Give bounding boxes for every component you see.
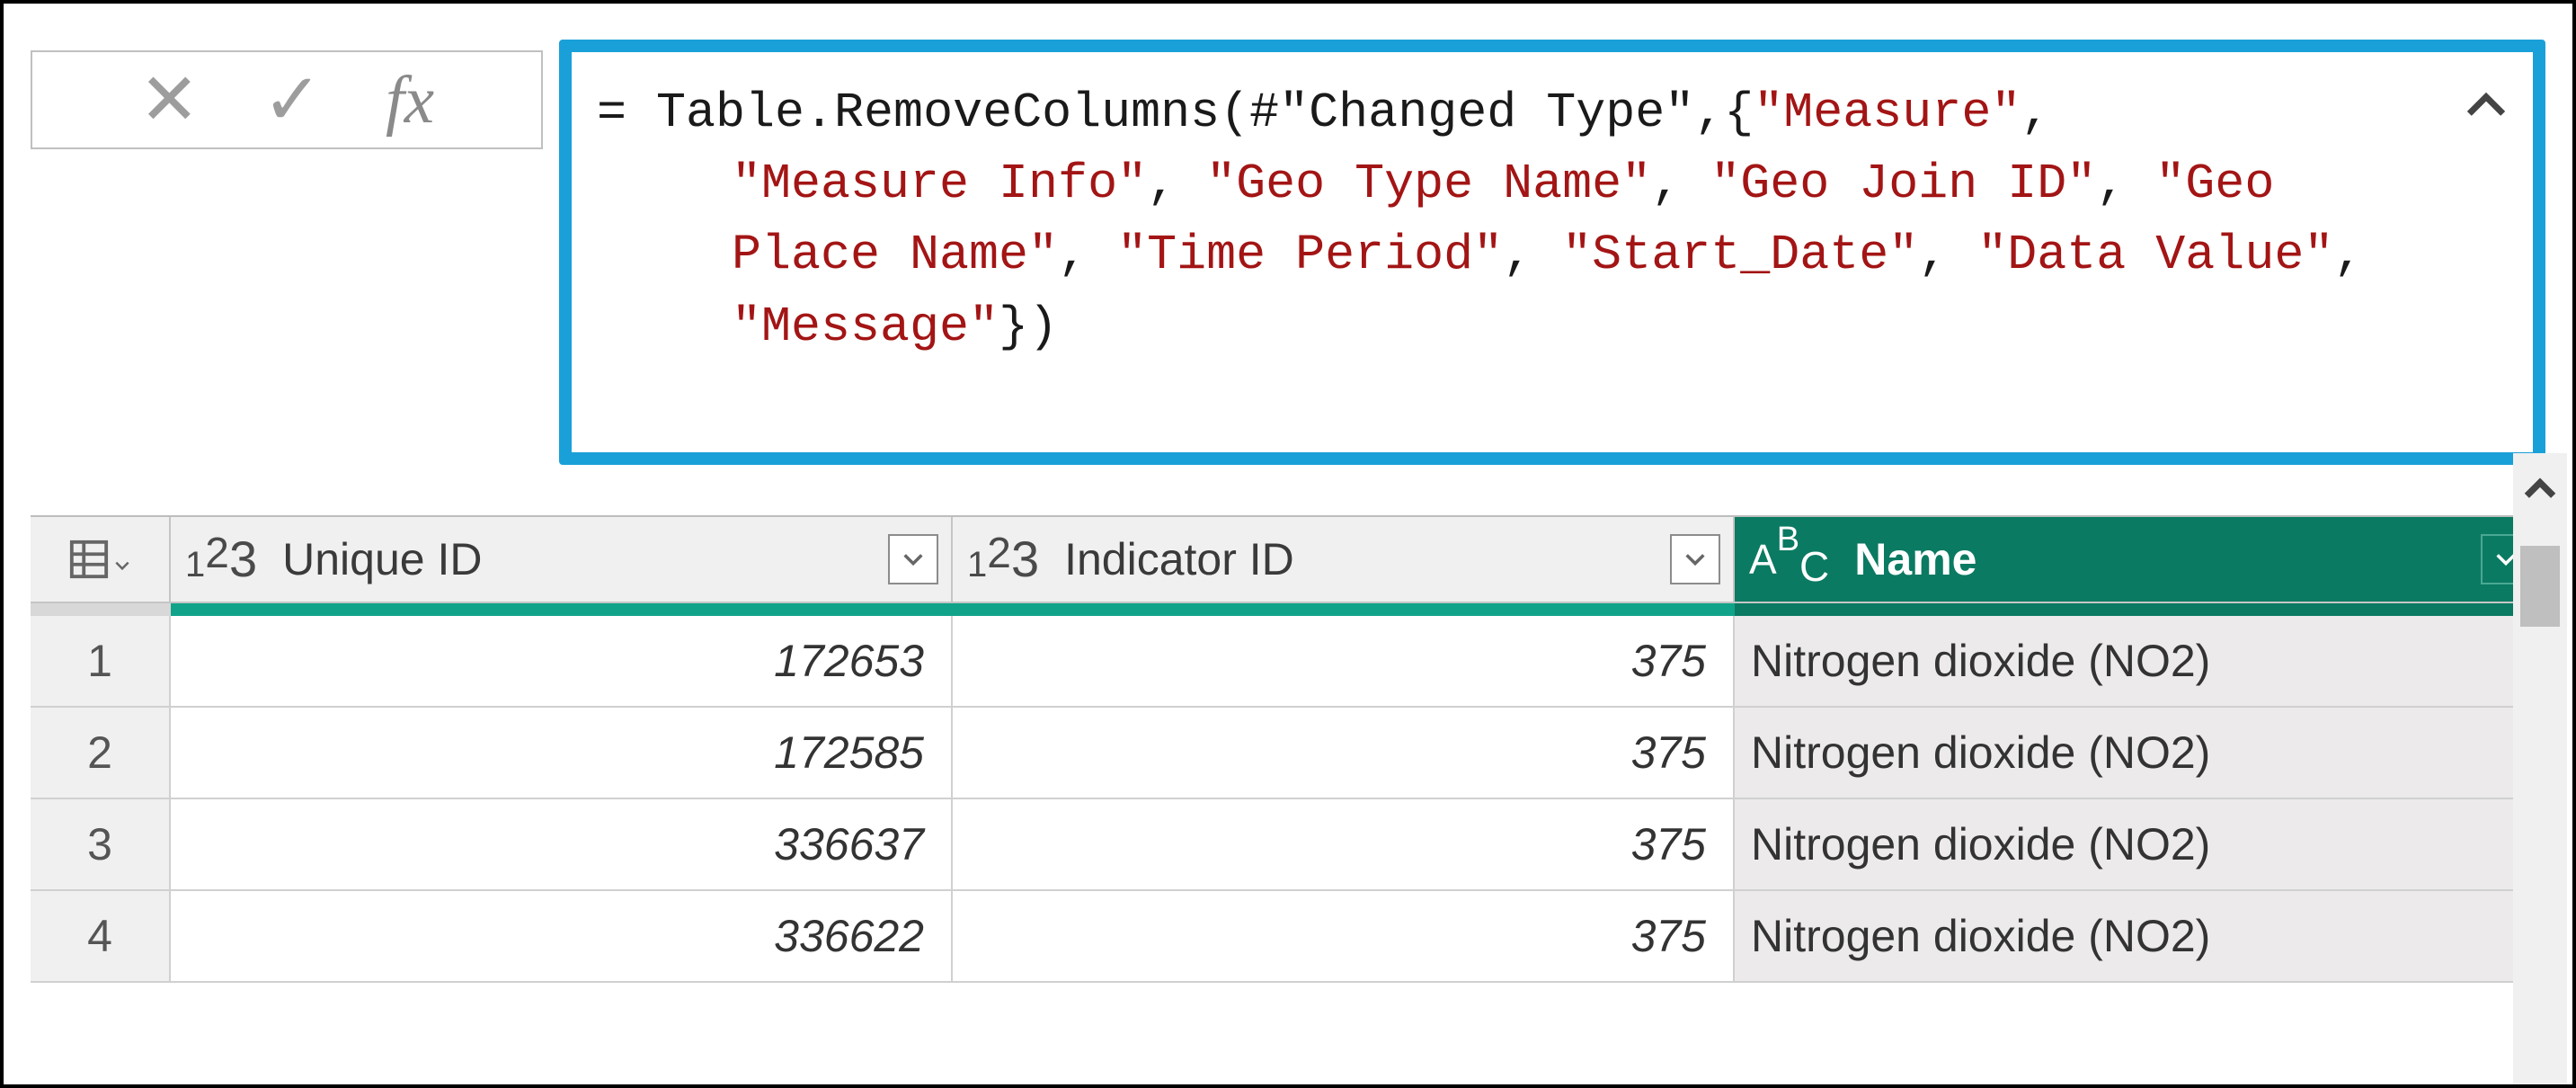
formula-token: }) [999, 299, 1058, 355]
table-row[interactable]: 1 172653 375 Nitrogen dioxide (NO2) [31, 616, 2545, 708]
cell-indicator-id[interactable]: 375 [953, 799, 1735, 891]
cell-indicator-id[interactable]: 375 [953, 891, 1735, 983]
row-number[interactable]: 1 [31, 616, 171, 708]
formula-token: "Measure Info" [732, 156, 1147, 212]
scrollbar-thumb[interactable] [2520, 546, 2560, 627]
cell-unique-id[interactable]: 336622 [171, 891, 953, 983]
formula-token: , [1058, 227, 1117, 283]
table-row[interactable]: 3 336637 375 Nitrogen dioxide (NO2) [31, 799, 2545, 891]
number-type-icon: 123 [967, 530, 1039, 588]
text-type-icon: ABC [1749, 535, 1829, 584]
formula-token: # [1249, 85, 1279, 141]
formula-token: Table.RemoveColumns [656, 85, 1220, 141]
column-label: Indicator ID [1064, 533, 1294, 585]
column-label: Unique ID [282, 533, 482, 585]
formula-token: "Geo Join ID" [1710, 156, 2096, 212]
collapse-formula-icon[interactable] [2461, 77, 2511, 144]
row-number[interactable]: 2 [31, 708, 171, 799]
column-header-unique-id[interactable]: 123 Unique ID [171, 517, 953, 603]
column-label: Name [1854, 533, 1976, 585]
formula-token: , [1651, 156, 1710, 212]
row-number[interactable]: 3 [31, 799, 171, 891]
cancel-icon[interactable]: ✕ [139, 52, 200, 147]
cell-unique-id[interactable]: 172585 [171, 708, 953, 799]
formula-token: "Geo Type Name" [1206, 156, 1651, 212]
formula-token: "Measure" [1754, 85, 2021, 141]
cell-name[interactable]: Nitrogen dioxide (NO2) [1735, 708, 2545, 799]
cell-unique-id[interactable]: 336637 [171, 799, 953, 891]
formula-input-highlight: = Table.RemoveColumns(#"Changed Type",{"… [559, 40, 2545, 465]
cell-name[interactable]: Nitrogen dioxide (NO2) [1735, 891, 2545, 983]
formula-token: , [2096, 156, 2155, 212]
formula-controls: ✕ ✓ fx [31, 50, 543, 149]
formula-token: " [1665, 85, 1694, 141]
formula-input[interactable]: = Table.RemoveColumns(#"Changed Type",{"… [572, 52, 2425, 452]
formula-token: "Time Period" [1117, 227, 1503, 283]
table-header-row: 123 Unique ID 123 Indicator ID ABC [31, 517, 2545, 603]
formula-token: , [1147, 156, 1206, 212]
data-table: 123 Unique ID 123 Indicator ID ABC [31, 515, 2545, 983]
formula-token: "Data Value" [1977, 227, 2333, 283]
table-corner-button[interactable] [31, 517, 171, 603]
formula-token: "Message" [732, 299, 999, 355]
table-row[interactable]: 4 336622 375 Nitrogen dioxide (NO2) [31, 891, 2545, 983]
cell-unique-id[interactable]: 172653 [171, 616, 953, 708]
number-type-icon: 123 [185, 530, 257, 588]
row-number[interactable]: 4 [31, 891, 171, 983]
table-row[interactable]: 2 172585 375 Nitrogen dioxide (NO2) [31, 708, 2545, 799]
formula-token: , [2021, 85, 2050, 141]
column-header-name[interactable]: ABC Name [1735, 517, 2545, 603]
formula-token: Changed Type [1309, 85, 1665, 141]
cell-indicator-id[interactable]: 375 [953, 708, 1735, 799]
cell-name[interactable]: Nitrogen dioxide (NO2) [1735, 616, 2545, 708]
fx-icon[interactable]: fx [386, 52, 434, 147]
filter-dropdown-icon[interactable] [888, 534, 938, 584]
formula-token: , [1503, 227, 1562, 283]
cell-indicator-id[interactable]: 375 [953, 616, 1735, 708]
column-quality-bar [31, 603, 2545, 616]
table-body: 1 172653 375 Nitrogen dioxide (NO2) 2 17… [31, 616, 2545, 983]
filter-dropdown-icon[interactable] [1670, 534, 1720, 584]
column-header-indicator-id[interactable]: 123 Indicator ID [953, 517, 1735, 603]
formula-token: ( [1220, 85, 1249, 141]
confirm-icon[interactable]: ✓ [262, 52, 323, 147]
formula-token: ,{ [1694, 85, 1754, 141]
formula-bar: ✕ ✓ fx = Table.RemoveColumns(#"Changed T… [31, 40, 2545, 465]
formula-token: , [1918, 227, 1977, 283]
formula-token: " [1279, 85, 1309, 141]
vertical-scrollbar[interactable] [2513, 453, 2567, 1084]
formula-token: "Start_Date" [1562, 227, 1918, 283]
cell-name[interactable]: Nitrogen dioxide (NO2) [1735, 799, 2545, 891]
formula-token: , [2333, 227, 2363, 283]
scroll-up-icon[interactable] [2520, 453, 2560, 521]
formula-token: = [597, 85, 656, 141]
